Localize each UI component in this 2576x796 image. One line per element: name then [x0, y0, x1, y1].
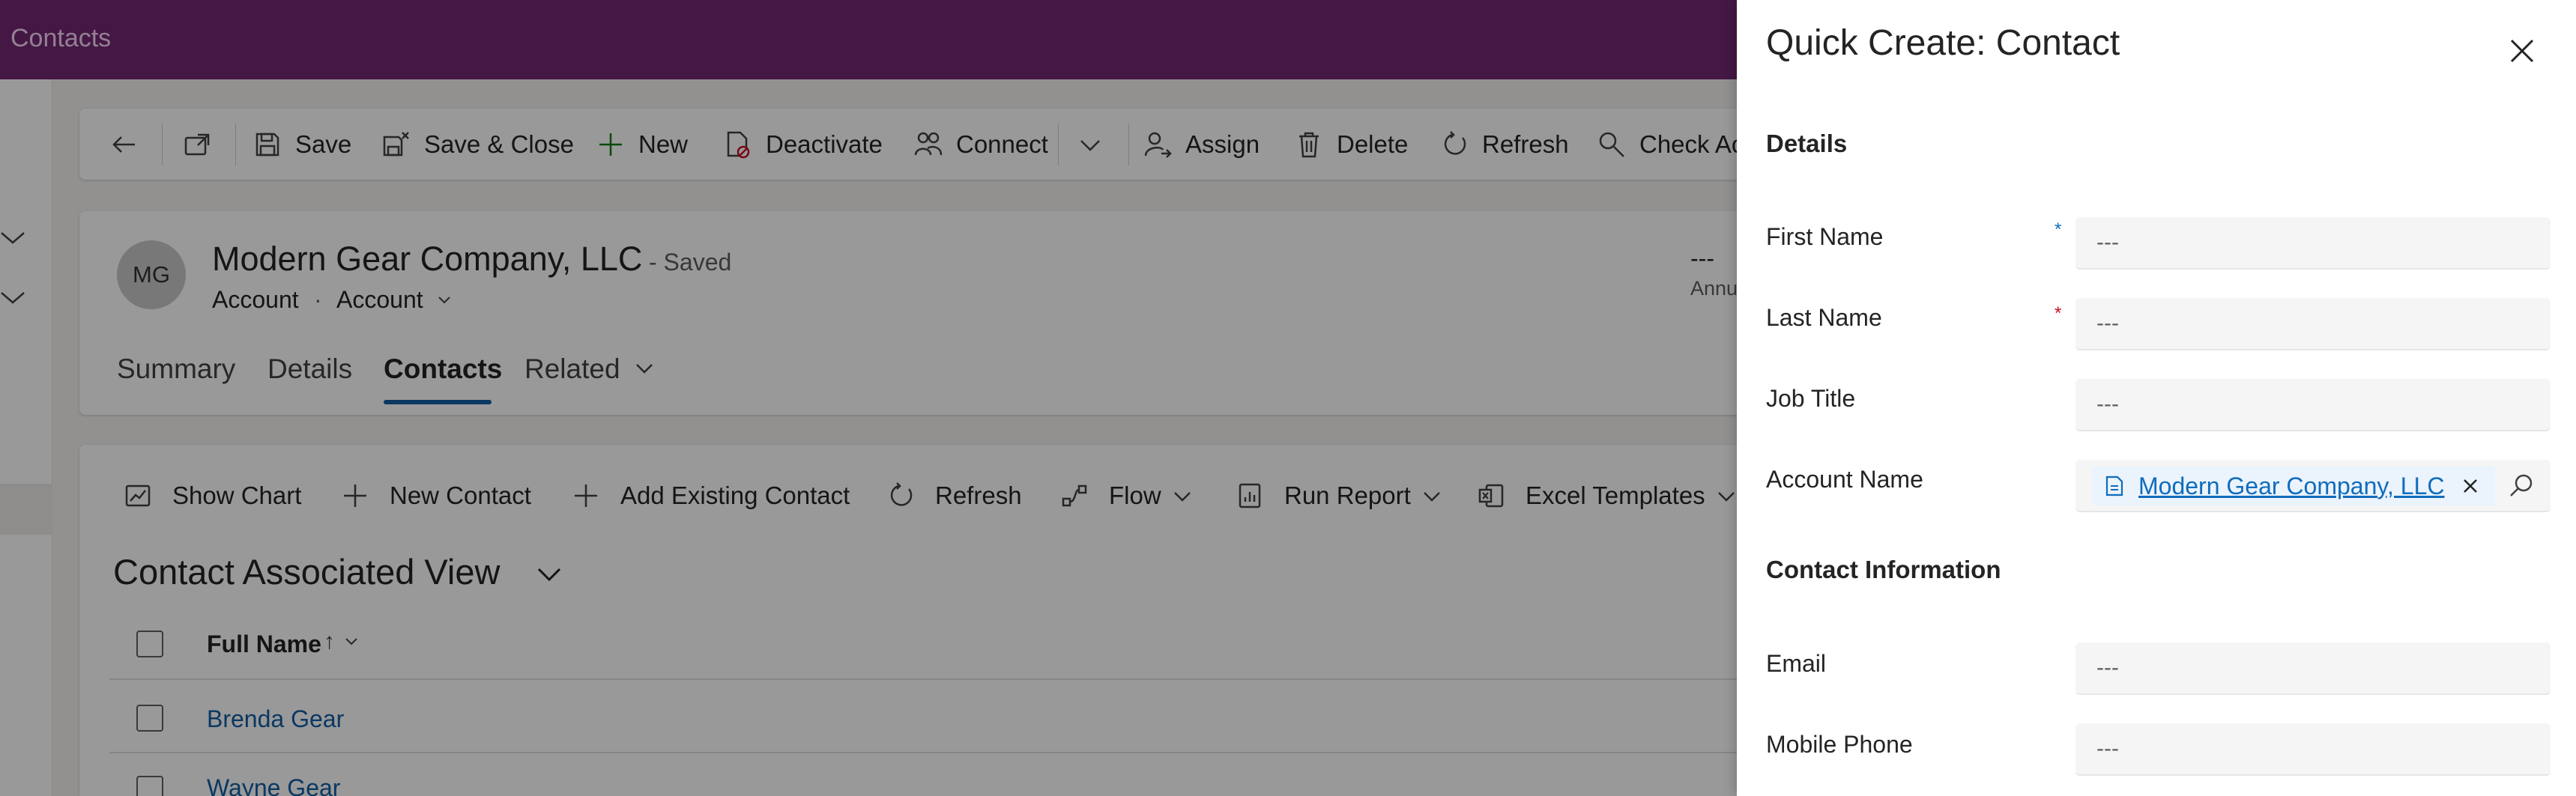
first-name-label: First Name: [1766, 223, 1884, 250]
last-name-label: Last Name: [1766, 304, 1882, 331]
mobile-phone-label: Mobile Phone: [1766, 731, 1913, 758]
account-name-label: Account Name: [1766, 466, 1923, 493]
quick-create-panel: Quick Create: Contact Details First Name…: [1737, 0, 2576, 796]
required-marker: *: [2055, 303, 2062, 323]
record-icon: [2105, 476, 2123, 496]
account-lookup-value[interactable]: Modern Gear Company, LLC: [2092, 467, 2496, 505]
mobile-phone-input[interactable]: ---: [2075, 723, 2551, 776]
close-icon[interactable]: [2461, 476, 2480, 496]
section-contact-information: Contact Information: [1766, 556, 2001, 583]
search-icon[interactable]: [2509, 473, 2536, 499]
business-recommended-marker: *: [2055, 219, 2062, 240]
job-title-input[interactable]: ---: [2075, 379, 2551, 431]
last-name-input[interactable]: ---: [2075, 298, 2551, 350]
email-input[interactable]: ---: [2075, 642, 2551, 695]
account-link[interactable]: Modern Gear Company, LLC: [2138, 473, 2444, 500]
first-name-input[interactable]: ---: [2075, 217, 2551, 270]
modal-overlay[interactable]: [0, 0, 1737, 796]
panel-title: Quick Create: Contact: [1766, 23, 2120, 63]
close-icon[interactable]: [2507, 36, 2537, 66]
account-name-lookup[interactable]: Modern Gear Company, LLC: [2075, 460, 2551, 512]
section-details: Details: [1766, 130, 1848, 157]
job-title-label: Job Title: [1766, 385, 1856, 412]
email-label: Email: [1766, 650, 1827, 677]
